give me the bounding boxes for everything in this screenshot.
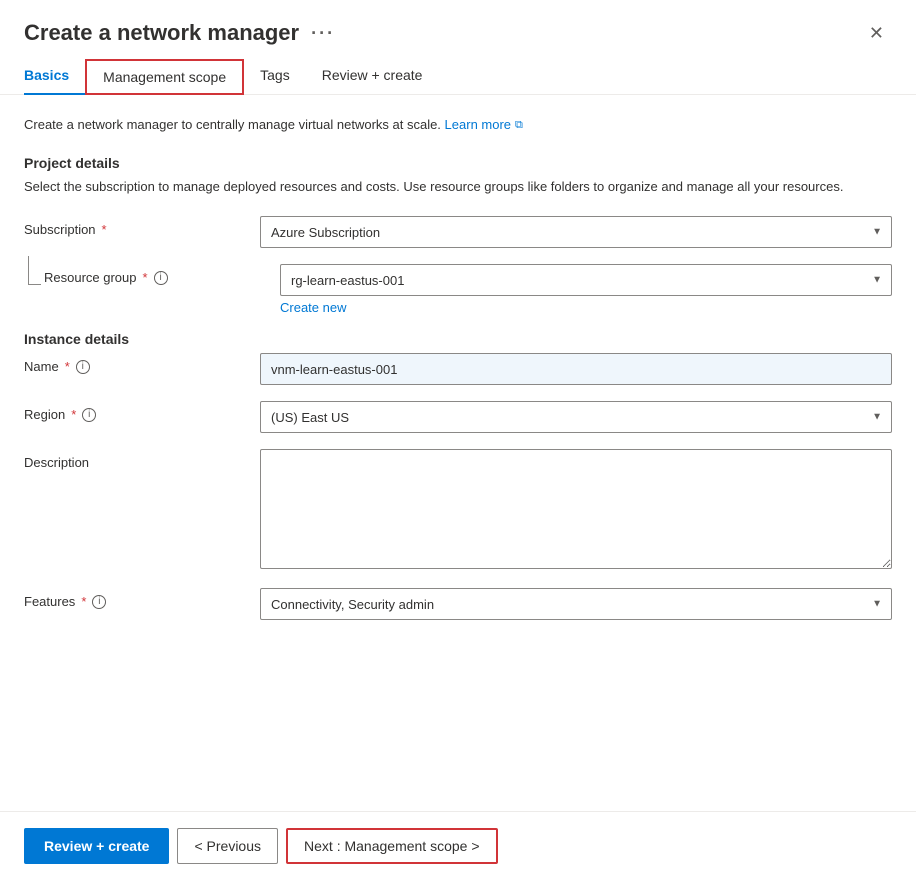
dialog-footer: Review + create < Previous Next : Manage… bbox=[0, 811, 916, 880]
features-select-wrapper: Connectivity, Security admin ▼ bbox=[260, 588, 892, 620]
name-input[interactable] bbox=[260, 353, 892, 385]
external-link-icon: ⧉ bbox=[515, 117, 523, 134]
name-label: Name * i bbox=[24, 353, 244, 374]
dialog-header: Create a network manager ··· ✕ bbox=[0, 0, 916, 46]
previous-button[interactable]: < Previous bbox=[177, 828, 278, 864]
tab-tags[interactable]: Tags bbox=[244, 59, 306, 95]
region-row: Region * i (US) East US ▼ bbox=[24, 401, 892, 433]
resource-group-label: Resource group * i bbox=[44, 264, 264, 285]
subscription-select[interactable]: Azure Subscription bbox=[260, 216, 892, 248]
description-textarea[interactable] bbox=[260, 449, 892, 569]
features-select[interactable]: Connectivity, Security admin bbox=[260, 588, 892, 620]
region-select-wrapper: (US) East US ▼ bbox=[260, 401, 892, 433]
subscription-control: Azure Subscription ▼ bbox=[260, 216, 892, 248]
description-control bbox=[260, 449, 892, 572]
description-row: Description bbox=[24, 449, 892, 572]
project-details-section: Project details Select the subscription … bbox=[24, 155, 892, 197]
tab-bar: Basics Management scope Tags Review + cr… bbox=[0, 46, 916, 95]
region-info-icon[interactable]: i bbox=[82, 408, 96, 422]
subscription-row: Subscription * Azure Subscription ▼ bbox=[24, 216, 892, 248]
project-details-desc: Select the subscription to manage deploy… bbox=[24, 177, 892, 197]
region-label: Region * i bbox=[24, 401, 244, 422]
close-button[interactable]: ✕ bbox=[861, 20, 892, 46]
instance-details-section: Instance details bbox=[24, 331, 892, 347]
features-info-icon[interactable]: i bbox=[92, 595, 106, 609]
subscription-select-wrapper: Azure Subscription ▼ bbox=[260, 216, 892, 248]
region-select[interactable]: (US) East US bbox=[260, 401, 892, 433]
description-label: Description bbox=[24, 449, 244, 470]
resource-group-select[interactable]: rg-learn-eastus-001 bbox=[280, 264, 892, 296]
tab-management-scope[interactable]: Management scope bbox=[85, 59, 244, 95]
name-info-icon[interactable]: i bbox=[76, 360, 90, 374]
learn-more-link[interactable]: Learn more ⧉ bbox=[445, 115, 523, 135]
create-network-manager-dialog: Create a network manager ··· ✕ Basics Ma… bbox=[0, 0, 916, 880]
create-new-link[interactable]: Create new bbox=[280, 300, 892, 315]
name-row: Name * i bbox=[24, 353, 892, 385]
name-control bbox=[260, 353, 892, 385]
intro-text: Create a network manager to centrally ma… bbox=[24, 115, 892, 135]
subscription-required: * bbox=[102, 222, 107, 237]
features-required: * bbox=[81, 594, 86, 609]
dialog-title-text: Create a network manager bbox=[24, 20, 299, 46]
region-control: (US) East US ▼ bbox=[260, 401, 892, 433]
resource-group-control: rg-learn-eastus-001 ▼ Create new bbox=[280, 264, 892, 315]
dialog-title: Create a network manager ··· bbox=[24, 20, 335, 46]
name-required: * bbox=[65, 359, 70, 374]
review-create-button[interactable]: Review + create bbox=[24, 828, 169, 864]
subscription-label: Subscription * bbox=[24, 216, 244, 237]
resource-group-required: * bbox=[143, 270, 148, 285]
features-row: Features * i Connectivity, Security admi… bbox=[24, 588, 892, 620]
tab-basics[interactable]: Basics bbox=[24, 59, 85, 95]
resource-group-info-icon[interactable]: i bbox=[154, 271, 168, 285]
resource-group-row: Resource group * i rg-learn-eastus-001 ▼… bbox=[24, 264, 892, 315]
features-control: Connectivity, Security admin ▼ bbox=[260, 588, 892, 620]
features-label: Features * i bbox=[24, 588, 244, 609]
next-button[interactable]: Next : Management scope > bbox=[286, 828, 498, 864]
project-details-title: Project details bbox=[24, 155, 892, 171]
resource-group-select-wrapper: rg-learn-eastus-001 ▼ bbox=[280, 264, 892, 296]
tab-review-create[interactable]: Review + create bbox=[306, 59, 439, 95]
dialog-title-dots: ··· bbox=[311, 23, 335, 44]
instance-details-title: Instance details bbox=[24, 331, 892, 347]
region-required: * bbox=[71, 407, 76, 422]
form-content: Create a network manager to centrally ma… bbox=[0, 95, 916, 811]
